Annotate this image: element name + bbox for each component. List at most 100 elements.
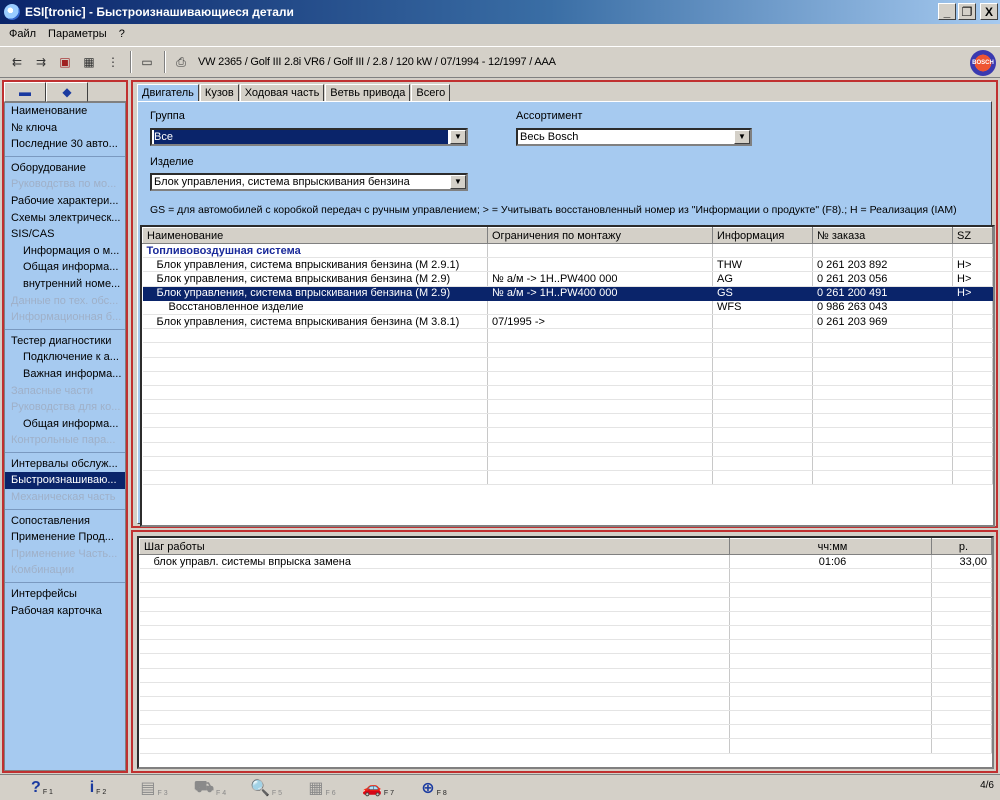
product-dropdown[interactable]: Блок управления, система впрыскивания бе… [150,173,468,191]
bosch-logo: BOSCH [970,50,996,76]
sidebar-item[interactable]: Схемы электрическ... [5,210,125,227]
tab-total[interactable]: Всего [411,84,451,102]
print-icon[interactable]: ⎙ [170,51,192,73]
sidebar-item: Данные по тех. обс... [11,294,119,307]
work-table-header: Шаг работы чч:мм р. [139,538,992,555]
column-order-number[interactable]: № заказа [812,227,953,244]
function-key-button[interactable]: iF 2 [70,779,126,797]
column-restrictions[interactable]: Ограничения по монтажу [487,227,713,244]
table-cell [952,300,993,315]
menu-parameters[interactable]: Параметры [43,26,112,42]
table-cell: № а/м -> 1H..PW400 000 [487,286,713,301]
empty-row [139,696,992,712]
calculator-icon[interactable]: ▦ [78,51,100,73]
sidebar-item: Комбинации [11,564,75,577]
menu-help[interactable]: ? [114,26,130,42]
table-row[interactable]: Блок управления, система впрыскивания бе… [142,314,993,330]
legend-note: GS = для автомобилей с коробкой передач … [150,204,957,216]
table-row[interactable]: Блок управления, система впрыскивания бе… [142,271,993,287]
exit-icon[interactable]: ▣ [54,51,76,73]
function-icon: ▤ [140,779,156,797]
function-key-button[interactable]: ? F 1 [14,779,70,797]
chevron-down-icon[interactable]: ▼ [450,130,466,144]
vehicle-tab-icon[interactable]: ▬ [4,82,46,102]
table-row[interactable]: Блок управления, система впрыскивания бе… [142,257,993,273]
table-row[interactable]: Восстановленное изделие WFS 0 986 263 043 [142,300,993,315]
assortment-dropdown[interactable]: Весь Bosch ▼ [516,128,752,146]
tab-drivetrain[interactable]: Ветвь привода [325,84,411,102]
nav-divider [5,153,125,157]
sidebar-item: Руководства по мо... [11,178,117,191]
column-time[interactable]: чч:мм [729,538,932,555]
function-key-button[interactable]: ▤ F 3 [126,778,182,798]
function-icon: 🔍 [249,779,270,797]
parts-tab-icon[interactable]: ◆ [46,82,88,102]
nav-divider [5,506,125,510]
product-value: Блок управления, система впрыскивания бе… [154,176,410,188]
sidebar-item: Запасные части [11,384,94,397]
sidebar-item[interactable]: SIS/CAS [5,226,125,243]
sidebar-item[interactable]: Оборудование [5,160,125,177]
tab-body[interactable]: Кузов [199,84,239,102]
table-cell: H> [952,257,993,273]
table-cell: 01:06 [729,554,932,570]
column-info[interactable]: Информация [712,227,813,244]
sidebar-item[interactable]: Рабочая карточка [5,603,125,620]
assortment-label: Ассортимент [516,110,583,122]
sidebar-item[interactable]: Интерфейсы [5,586,125,603]
table-row[interactable]: блок управл. системы впрыска замена 01:06… [139,554,992,570]
sidebar-item[interactable]: Тестер диагностики [5,333,125,350]
table-cell: THW [712,257,813,273]
restore-button[interactable]: ❐ [958,3,976,20]
sidebar-item[interactable]: Интервалы обслуж... [5,456,125,473]
empty-row [139,682,992,697]
table-row[interactable]: Блок управления, система впрыскивания бе… [142,286,993,301]
table-cell: 0 261 200 491 [812,286,953,301]
chevron-down-icon[interactable]: ▼ [734,130,750,144]
group-dropdown[interactable]: Все ▼ [150,128,468,146]
column-work-step[interactable]: Шаг работы [139,538,730,555]
minimize-button[interactable]: _ [938,3,956,20]
sidebar-item[interactable]: Информация о м... [5,243,125,260]
back-arrow-icon[interactable]: ⇇ [6,51,28,73]
function-key-button[interactable]: 🚗 F 7 [350,778,406,798]
sidebar-item[interactable]: внутренний номе... [5,276,125,293]
sidebar-item[interactable]: Сопоставления [5,513,125,530]
tab-chassis[interactable]: Ходовая часть [239,84,325,102]
table-cell: 0 261 203 056 [812,271,953,287]
empty-row [139,653,992,669]
function-key-button[interactable]: ▦ F 6 [294,778,350,798]
table-cell: GS [712,286,813,301]
network-icon[interactable]: ⋮ [102,51,124,73]
sidebar-item[interactable]: Подключение к а... [5,349,125,366]
column-price[interactable]: р. [931,538,992,555]
function-key-button[interactable]: ⛟ F 4 [182,778,238,798]
nav-divider [5,326,125,330]
column-name[interactable]: Наименование [142,227,488,244]
parts-table-header: Наименование Ограничения по монтажу Инфо… [142,227,993,244]
group-row[interactable]: Топливовоздушная система [142,243,993,259]
sidebar-item[interactable]: Быстроизнашиваю... [5,472,125,490]
sidebar-item[interactable]: Применение Прод... [5,529,125,546]
sidebar-item[interactable]: Наименование [5,103,125,120]
sidebar-item[interactable]: Последние 30 авто... [5,136,125,153]
sidebar-item[interactable]: Общая информа... [5,416,125,433]
chevron-down-icon[interactable]: ▼ [450,175,466,189]
table-cell [487,257,713,273]
empty-row [142,427,993,443]
table-cell: блок управл. системы впрыска замена [139,554,730,570]
sidebar-item[interactable]: Важная информа... [5,366,125,383]
sidebar-item[interactable]: Рабочие характери... [5,193,125,210]
function-key-button[interactable]: 🔍 F 5 [238,778,294,798]
table-cell: 33,00 [931,554,992,570]
sidebar-item[interactable]: № ключа [5,120,125,137]
group-label: Группа [150,110,185,122]
function-key-button[interactable]: ⊕ F 8 [406,778,462,798]
left-panel: ▬ ◆ Наименование № ключа Последние 30 авто… [2,80,128,773]
document-icon[interactable]: ▭ [136,51,158,73]
column-sz[interactable]: SZ [952,227,993,244]
forward-arrow-icon[interactable]: ⇉ [30,51,52,73]
sidebar-item[interactable]: Общая информа... [5,259,125,276]
close-button[interactable]: X [980,3,998,20]
menu-file[interactable]: Файл [4,26,41,42]
